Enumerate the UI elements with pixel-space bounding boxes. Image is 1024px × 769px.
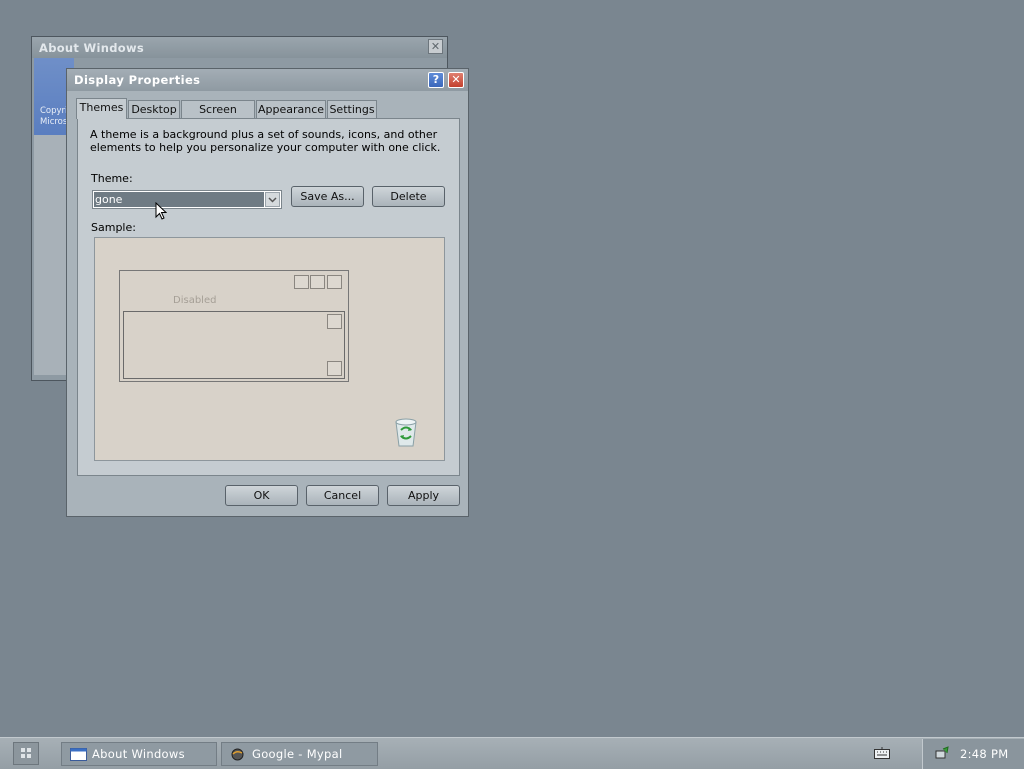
sample-close-icon bbox=[327, 275, 342, 289]
start-grid-icon bbox=[21, 748, 31, 758]
sample-label: Sample: bbox=[91, 221, 136, 234]
banner-copyright-text: Copyri bbox=[40, 106, 68, 116]
tab-appearance[interactable]: Appearance bbox=[256, 100, 326, 118]
taskbar-item-mypal[interactable]: Google - Mypal bbox=[221, 742, 378, 766]
theme-label: Theme: bbox=[91, 172, 133, 185]
system-tray: 2:48 PM bbox=[922, 739, 1024, 769]
start-button[interactable] bbox=[13, 742, 39, 765]
theme-sample-preview: Disabled bbox=[94, 237, 445, 461]
taskbar-clock[interactable]: 2:48 PM bbox=[960, 747, 1008, 761]
theme-select[interactable]: gone bbox=[92, 190, 282, 209]
display-properties-dialog[interactable]: Display Properties ? ✕ Themes Desktop Sc… bbox=[66, 68, 469, 517]
keyboard-icon[interactable] bbox=[874, 747, 890, 759]
sample-inner-window bbox=[123, 311, 345, 379]
help-button[interactable]: ? bbox=[428, 72, 444, 88]
sample-maximize-icon bbox=[310, 275, 325, 289]
tab-settings[interactable]: Settings bbox=[327, 100, 377, 118]
display-properties-title: Display Properties bbox=[74, 73, 201, 87]
delete-button[interactable]: Delete bbox=[372, 186, 445, 207]
ok-button[interactable]: OK bbox=[225, 485, 298, 506]
network-icon[interactable] bbox=[934, 746, 950, 762]
about-windows-title: About Windows bbox=[39, 41, 145, 55]
close-button[interactable]: ✕ bbox=[448, 72, 464, 88]
tab-themes[interactable]: Themes bbox=[76, 98, 127, 119]
chevron-down-icon[interactable] bbox=[265, 192, 280, 207]
taskbar: About Windows Google - Mypal 2:48 PM bbox=[0, 737, 1024, 769]
taskbar-item-about-windows[interactable]: About Windows bbox=[61, 742, 217, 766]
theme-description: A theme is a background plus a set of so… bbox=[90, 128, 441, 154]
recycle-bin-icon bbox=[395, 418, 417, 447]
taskbar-item-label: About Windows bbox=[92, 747, 185, 761]
sample-minimize-icon bbox=[294, 275, 309, 289]
mouse-cursor-icon bbox=[155, 202, 167, 220]
about-windows-close-button[interactable]: ✕ bbox=[428, 39, 443, 54]
window-icon bbox=[70, 748, 87, 761]
theme-select-value: gone bbox=[94, 192, 264, 207]
sample-disabled-text: Disabled bbox=[173, 295, 217, 306]
save-as-button[interactable]: Save As... bbox=[291, 186, 364, 207]
themes-panel: A theme is a background plus a set of so… bbox=[77, 118, 460, 476]
tab-desktop[interactable]: Desktop bbox=[128, 100, 180, 118]
sample-scroll-up-icon bbox=[327, 314, 342, 329]
cancel-button[interactable]: Cancel bbox=[306, 485, 379, 506]
mypal-browser-icon bbox=[231, 748, 244, 761]
taskbar-item-label: Google - Mypal bbox=[252, 747, 343, 761]
display-properties-titlebar[interactable]: Display Properties ? ✕ bbox=[67, 69, 468, 91]
banner-microsoft-text: Micros bbox=[40, 117, 68, 127]
tab-screen-saver[interactable]: Screen Saver bbox=[181, 100, 255, 133]
sample-window: Disabled bbox=[119, 270, 349, 382]
apply-button[interactable]: Apply bbox=[387, 485, 460, 506]
about-windows-titlebar[interactable]: About Windows ✕ bbox=[32, 37, 447, 58]
sample-scroll-down-icon bbox=[327, 361, 342, 376]
